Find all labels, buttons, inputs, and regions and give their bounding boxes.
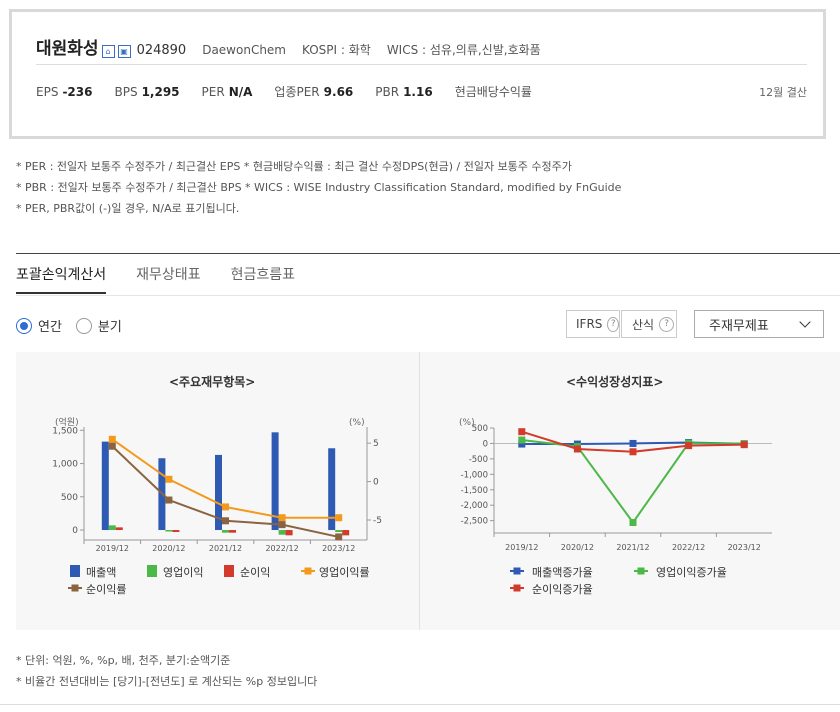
- corp-name: 대원화성: [36, 39, 99, 59]
- help-icon[interactable]: ?: [659, 316, 675, 332]
- stat-label-pbr: PBR: [375, 85, 400, 99]
- statement-tabs: 포괄손익계산서 재무상태표 현금흐름표: [16, 264, 325, 294]
- divider: [0, 704, 840, 705]
- stat-label-dividend-yield: 현금배당수익률: [454, 85, 532, 99]
- formula-label: 산식: [632, 317, 655, 332]
- stat-row: EPS -236 BPS 1,295 PER N/A 업종PER 9.66 PB…: [36, 83, 558, 100]
- stat-label-bps: BPS: [114, 85, 138, 99]
- formula-button[interactable]: 산식 ?: [621, 310, 677, 338]
- stat-label-industry-per: 업종PER: [274, 85, 320, 99]
- tabs-bottom-border: [16, 295, 840, 296]
- note-line: * PER : 전일자 보통주 수정주가 / 최근결산 EPS * 현금배당수익…: [16, 160, 572, 173]
- fiscal-month: 12월 결산: [759, 86, 807, 99]
- stat-value-per: N/A: [228, 85, 253, 99]
- radio-quarterly-label[interactable]: 분기: [98, 316, 122, 335]
- stat-value-pbr: 1.16: [403, 85, 433, 99]
- tab-cash-flow[interactable]: 현금흐름표: [231, 264, 295, 294]
- divider: [36, 64, 807, 65]
- home-icon[interactable]: ⌂: [101, 45, 115, 58]
- tab-income-statement[interactable]: 포괄손익계산서: [16, 264, 107, 294]
- chevron-down-icon: [799, 316, 811, 328]
- ir-icon[interactable]: ▣: [117, 45, 131, 58]
- corp-market: KOSPI : 화학: [302, 43, 371, 57]
- stat-value-bps: 1,295: [141, 85, 180, 99]
- radio-annual-label[interactable]: 연간: [38, 316, 62, 335]
- period-selector: 연간 분기: [16, 316, 136, 335]
- stat-label-per: PER: [201, 85, 225, 99]
- note-line: * PER, PBR값이 (-)일 경우, N/A로 표기됩니다.: [16, 202, 240, 215]
- tab-balance-sheet[interactable]: 재무상태표: [136, 264, 200, 294]
- corp-wics: WICS : 섬유,의류,신발,호화품: [386, 43, 541, 57]
- radio-quarterly[interactable]: [75, 317, 92, 334]
- help-icon[interactable]: ?: [607, 316, 619, 332]
- stat-value-eps: -236: [62, 85, 93, 99]
- chart-panel: [16, 352, 840, 630]
- corp-summary-card: [9, 9, 826, 139]
- footer-line: * 단위: 억원, %, %p, 배, 천주, 분기:순액기준: [16, 654, 231, 667]
- note-line: * PBR : 전일자 보통주 수정주가 / 최근결산 BPS * WICS :…: [16, 181, 622, 194]
- radio-annual[interactable]: [16, 317, 32, 334]
- statement-type-value: 주재무제표: [709, 318, 769, 334]
- unit-notes: * 단위: 억원, %, %p, 배, 천주, 분기:순액기준 * 비율간 전년…: [16, 650, 317, 692]
- chart-title-financials: <주요재무항목>: [169, 375, 256, 389]
- chart-divider: [419, 352, 420, 630]
- footer-line: * 비율간 전년대비는 [당기]-[전년도] 로 계산되는 %p 정보입니다: [16, 675, 318, 688]
- corp-code: 024890: [136, 43, 187, 58]
- chart-title-growth: <수익성장성지표>: [566, 375, 664, 389]
- ifrs-button[interactable]: IFRS ?: [566, 310, 620, 338]
- definition-notes: * PER : 전일자 보통주 수정주가 / 최근결산 EPS * 현금배당수익…: [16, 156, 621, 219]
- stat-label-eps: EPS: [36, 85, 59, 99]
- corp-title-row: 대원화성 ⌂ ▣ 024890 DaewonChem KOSPI : 화학 WI…: [36, 34, 541, 64]
- statement-type-select[interactable]: 주재무제표: [694, 310, 824, 338]
- ifrs-label: IFRS: [576, 317, 603, 331]
- corp-english-name: DaewonChem: [202, 43, 286, 57]
- stat-value-industry-per: 9.66: [323, 85, 354, 99]
- tabs-top-border: [16, 253, 840, 254]
